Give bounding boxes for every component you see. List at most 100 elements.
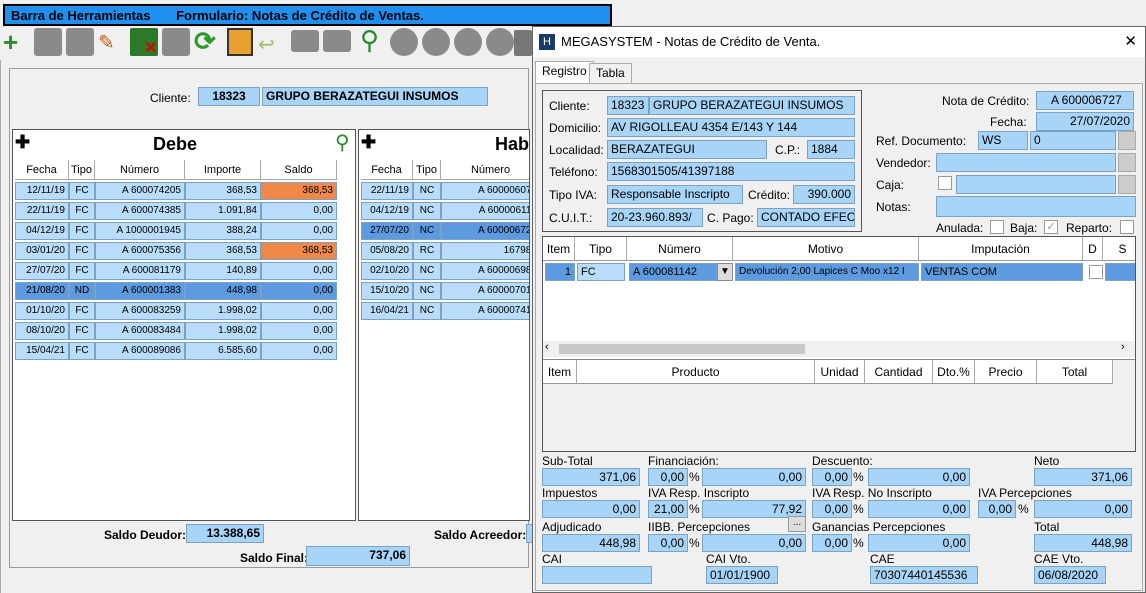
col-imputacion[interactable]: Imputación [919, 237, 1083, 261]
baja-checkbox[interactable]: ✓ [1044, 220, 1058, 234]
caja-field[interactable] [956, 175, 1116, 194]
haber-numero-cell[interactable]: A 600007412 [441, 302, 529, 320]
debe-fecha-cell[interactable]: 08/10/20 [15, 322, 69, 340]
col-motivo[interactable]: Motivo [733, 237, 919, 261]
debe-tipo-cell[interactable]: FC [69, 222, 95, 240]
d-checkbox[interactable] [1089, 265, 1103, 279]
anulada-checkbox[interactable] [990, 220, 1004, 234]
debe-tipo-cell[interactable]: FC [69, 242, 95, 260]
haber-tipo-cell[interactable]: NC [413, 222, 441, 240]
debe-tipo-cell[interactable]: FC [69, 202, 95, 220]
debe-saldo-cell[interactable]: 368,53 [261, 242, 337, 260]
cae-field[interactable]: 70307440145536 [870, 566, 978, 584]
col-precio[interactable]: Precio [975, 360, 1037, 384]
save-disabled-icon[interactable] [66, 28, 94, 56]
last-icon[interactable] [486, 28, 514, 56]
debe-importe-cell[interactable]: 6.585,60 [185, 342, 261, 360]
haber-tipo-cell[interactable]: NC [413, 262, 441, 280]
film-icon[interactable] [227, 28, 253, 56]
debe-saldo-cell[interactable]: 0,00 [261, 262, 337, 280]
col-importe[interactable]: Importe [185, 160, 261, 180]
debe-saldo-cell[interactable]: 0,00 [261, 342, 337, 360]
debe-saldo-cell[interactable]: 0,00 [261, 222, 337, 240]
col-tipo[interactable]: Tipo [575, 237, 627, 261]
nota-field[interactable]: A 600006727 [1036, 91, 1134, 110]
debe-fecha-cell[interactable]: 15/04/21 [15, 342, 69, 360]
imputacion-cell[interactable]: VENTAS COM [921, 263, 1083, 281]
print-icon[interactable] [514, 30, 532, 56]
edit-icon[interactable]: ✎ [98, 30, 124, 56]
col-cantidad[interactable]: Cantidad [865, 360, 933, 384]
first-icon[interactable] [390, 28, 418, 56]
debe-tipo-cell[interactable]: FC [69, 322, 95, 340]
desc-pct-field[interactable]: 0,00 [812, 468, 852, 486]
debe-importe-cell[interactable]: 388,24 [185, 222, 261, 240]
cliente-name-field[interactable]: GRUPO BERAZATEGUI INSUMOS [649, 96, 855, 115]
item-cell[interactable]: 1 [545, 263, 575, 281]
debe-fecha-cell[interactable]: 03/01/20 [15, 242, 69, 260]
debe-tipo-cell[interactable]: FC [69, 342, 95, 360]
telefono-field[interactable]: 1568301505/41397188 [607, 162, 855, 181]
reparto-checkbox[interactable] [1120, 220, 1134, 234]
debe-importe-cell[interactable]: 140,89 [185, 262, 261, 280]
caja-lookup[interactable] [1118, 175, 1136, 194]
haber-fecha-cell[interactable]: 22/11/19 [361, 182, 413, 200]
s-cell[interactable] [1105, 263, 1135, 281]
haber-numero-cell[interactable]: 167989 [441, 242, 529, 260]
debe-importe-cell[interactable]: 448,98 [185, 282, 261, 300]
tipo-cell[interactable]: FC [577, 263, 625, 281]
cliente-code-field[interactable]: 18323 [607, 96, 649, 115]
haber-fecha-cell[interactable]: 02/10/20 [361, 262, 413, 280]
domicilio-field[interactable]: AV RIGOLLEAU 4354 E/143 Y 144 [607, 118, 855, 137]
debe-saldo-cell[interactable]: 0,00 [261, 322, 337, 340]
notas-field[interactable] [936, 196, 1136, 217]
haber-add-icon[interactable]: ✚ [361, 132, 376, 153]
cpago-field[interactable]: CONTADO EFEC [757, 208, 855, 227]
motivo-cell[interactable]: Devolución 2,00 Lapices C Moo x12 I [735, 263, 919, 281]
debe-importe-cell[interactable]: 368,53 [185, 242, 261, 260]
debe-tipo-cell[interactable]: FC [69, 262, 95, 280]
fecha-field[interactable]: 27/07/2020 [1036, 112, 1134, 131]
tab-registro[interactable]: Registro [535, 61, 594, 83]
grid2-icon[interactable] [323, 30, 351, 52]
col-numero[interactable]: Número [627, 237, 733, 261]
tab-tabla[interactable]: Tabla [589, 63, 632, 83]
haber-numero-cell[interactable]: A 600006113 [441, 202, 529, 220]
debe-numero-cell[interactable]: A 600083259 [95, 302, 185, 320]
col-d[interactable]: D [1083, 237, 1103, 261]
col-dto[interactable]: Dto.% [933, 360, 975, 384]
debe-saldo-cell[interactable]: 0,00 [261, 282, 337, 300]
iibb-button[interactable]: ... [788, 516, 806, 532]
debe-numero-cell[interactable]: A 600001383 [95, 282, 185, 300]
scroll-left-arrow[interactable]: ‹ [545, 341, 549, 353]
ivari-pct-field[interactable]: 21,00 [648, 500, 688, 518]
refdoc-type-field[interactable]: WS [978, 131, 1028, 150]
refdoc-lookup[interactable] [1118, 131, 1136, 150]
vendedor-field[interactable] [936, 153, 1116, 172]
debe-tipo-cell[interactable]: FC [69, 182, 95, 200]
debe-tipo-cell[interactable]: FC [69, 302, 95, 320]
col-numero[interactable]: Número [441, 160, 529, 180]
haber-numero-cell[interactable]: A 600006079 [441, 182, 529, 200]
debe-fecha-cell[interactable]: 22/11/19 [15, 202, 69, 220]
close-icon[interactable]: ✕ [1124, 27, 1137, 57]
haber-numero-cell[interactable]: A 600006727 [441, 222, 529, 240]
col-s[interactable]: S [1103, 237, 1135, 261]
numero-dropdown[interactable]: ▼ [717, 263, 733, 281]
debe-saldo-cell[interactable]: 0,00 [261, 302, 337, 320]
cuit-field[interactable]: 20-23.960.893/ [607, 208, 703, 227]
caja-checkbox[interactable] [938, 176, 952, 190]
fin-pct-field[interactable]: 0,00 [648, 468, 688, 486]
col-saldo[interactable]: Saldo [261, 160, 337, 180]
col-item[interactable]: Item [543, 237, 575, 261]
prev-icon[interactable] [422, 28, 450, 56]
caevto-field[interactable]: 06/08/2020 [1034, 566, 1106, 584]
debe-numero-cell[interactable]: A 600074205 [95, 182, 185, 200]
ivarni-pct-field[interactable]: 0,00 [812, 500, 852, 518]
debe-importe-cell[interactable]: 1.998,02 [185, 322, 261, 340]
debe-importe-cell[interactable]: 1.091,84 [185, 202, 261, 220]
haber-fecha-cell[interactable]: 15/10/20 [361, 282, 413, 300]
items-scrollbar[interactable]: ‹ › [543, 341, 1135, 357]
localidad-field[interactable]: BERAZATEGUI [607, 140, 767, 159]
debe-importe-cell[interactable]: 368,53 [185, 182, 261, 200]
